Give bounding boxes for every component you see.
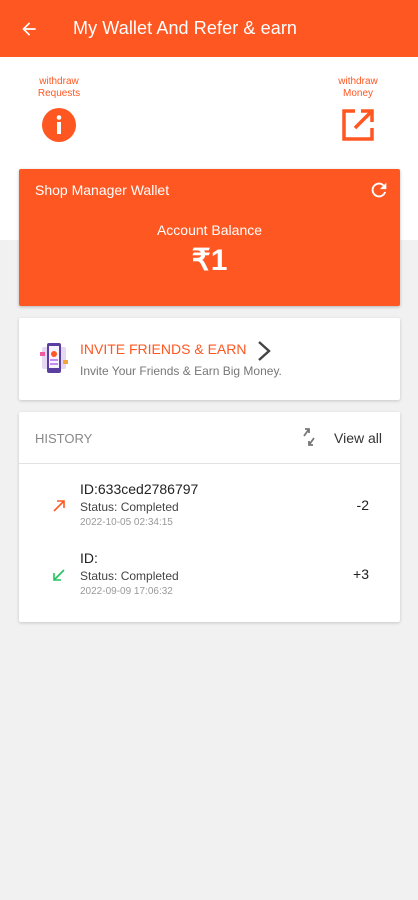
chevron-right-icon (258, 341, 271, 361)
back-button[interactable] (0, 0, 58, 57)
arrow-left-icon (22, 21, 36, 36)
history-row[interactable]: ID:633ced2786797 Status: Completed 2022-… (19, 481, 400, 543)
withdraw-money-label-line2: Money (342, 88, 373, 99)
view-all-link[interactable]: View all (334, 430, 382, 446)
transaction-status: Status: Completed (80, 500, 179, 514)
page-title: My Wallet And Refer & earn (73, 18, 298, 38)
refresh-icon[interactable] (368, 179, 390, 201)
transaction-id: ID: (80, 550, 98, 566)
wallet-title: Shop Manager Wallet (35, 182, 170, 198)
invite-friends-card[interactable]: INVITE FRIENDS & EARN Invite Your Friend… (19, 318, 400, 400)
info-icon (42, 108, 76, 142)
transaction-id: ID:633ced2786797 (80, 481, 199, 497)
withdraw-requests-label-line1: withdraw (39, 76, 79, 87)
sync-icon[interactable] (301, 427, 317, 447)
invite-illustration (40, 343, 68, 373)
transaction-date: 2022-09-09 17:06:32 (80, 586, 173, 597)
invite-subtitle: Invite Your Friends & Earn Big Money. (80, 364, 282, 378)
wallet-card: Shop Manager Wallet Account Balance ₹1 (19, 169, 400, 306)
withdraw-requests-button[interactable]: withdraw Requests (24, 76, 94, 142)
app-bar: My Wallet And Refer & earn (0, 0, 418, 57)
withdraw-money-label: withdraw Money (323, 76, 393, 100)
transaction-date: 2022-10-05 02:34:15 (80, 517, 173, 528)
transaction-amount: +3 (353, 566, 369, 582)
history-row[interactable]: ID: Status: Completed 2022-09-09 17:06:3… (19, 550, 400, 612)
arrow-up-right-icon (53, 500, 65, 512)
withdraw-money-button[interactable]: withdraw Money (323, 76, 393, 142)
withdraw-requests-label: withdraw Requests (24, 76, 94, 100)
withdraw-requests-label-line2: Requests (37, 88, 81, 99)
history-header: HISTORY View all (19, 412, 400, 464)
arrow-down-left-icon (53, 569, 65, 581)
withdraw-money-label-line1: withdraw (338, 76, 378, 87)
history-card: HISTORY View all ID:633ced2786797 Status… (19, 412, 400, 622)
account-balance-value: ₹1 (191, 244, 228, 277)
transaction-amount: -2 (356, 497, 369, 513)
invite-title: INVITE FRIENDS & EARN (80, 341, 247, 357)
open-in-new-icon (342, 109, 374, 141)
transaction-status: Status: Completed (80, 569, 179, 583)
account-balance-label: Account Balance (156, 222, 263, 238)
history-title: HISTORY (35, 431, 93, 446)
